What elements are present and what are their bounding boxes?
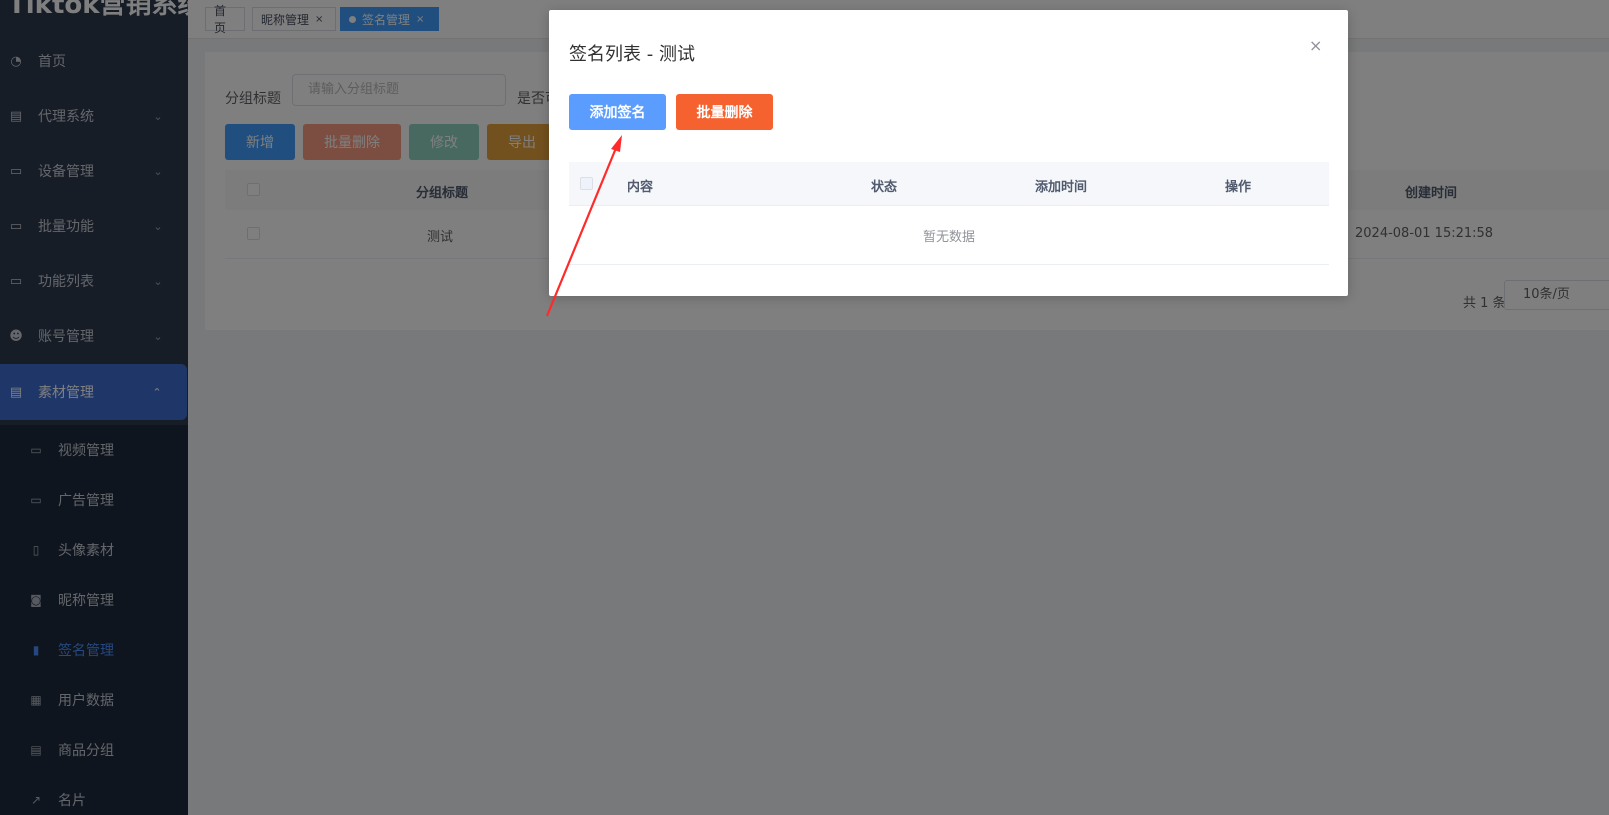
dialog-table-empty: 暂无数据 bbox=[569, 206, 1329, 265]
dialog-title: 签名列表 - 测试 bbox=[569, 44, 695, 65]
column-header: 状态 bbox=[871, 180, 898, 195]
batch-delete-signatures-button[interactable]: 批量删除 bbox=[676, 94, 773, 130]
column-header: 内容 bbox=[627, 180, 654, 195]
column-header: 添加时间 bbox=[1035, 180, 1088, 195]
close-icon[interactable]: × bbox=[1309, 36, 1322, 55]
signature-list-dialog: 签名列表 - 测试 × 添加签名 批量删除 内容 状态 添加时间 操作 暂无数据 bbox=[549, 10, 1348, 296]
select-all-checkbox[interactable] bbox=[580, 177, 593, 190]
add-signature-button[interactable]: 添加签名 bbox=[569, 94, 666, 130]
empty-state-text: 暂无数据 bbox=[922, 230, 975, 245]
column-header: 操作 bbox=[1225, 180, 1252, 195]
dialog-table-header: 内容 状态 添加时间 操作 bbox=[569, 162, 1329, 206]
